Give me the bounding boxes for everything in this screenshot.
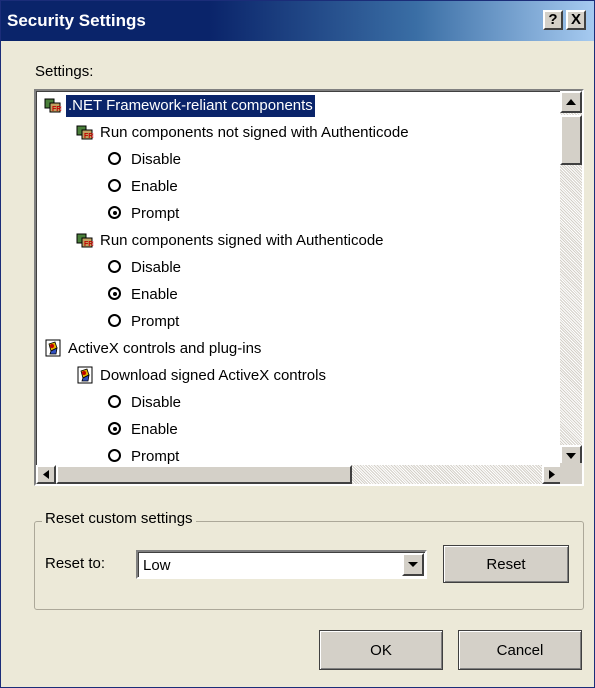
activex-icon: [44, 339, 62, 357]
tree-item-label: Enable: [131, 421, 178, 438]
help-icon: ?: [548, 11, 558, 28]
tree-setting[interactable]: Download signed ActiveX controls: [76, 365, 328, 387]
scrollbar-corner: [560, 463, 582, 484]
tree-item-label: Prompt: [131, 313, 180, 330]
dropdown-button[interactable]: [402, 553, 424, 576]
reset-level-select[interactable]: Low: [136, 550, 427, 579]
radio-unchecked-icon[interactable]: [108, 260, 121, 274]
security-settings-dialog: Security Settings ? X Settings: FRE .NET …: [0, 0, 595, 688]
close-button[interactable]: X: [566, 10, 586, 30]
tree-item-label: Run components not signed with Authentic…: [100, 124, 409, 141]
tree-item-label: Download signed ActiveX controls: [100, 367, 326, 384]
option-radio-item[interactable]: Disable: [108, 257, 183, 279]
tree-item-label: Enable: [131, 286, 178, 303]
tree-category[interactable]: FRE .NET Framework-reliant components: [44, 95, 315, 117]
option-radio-item[interactable]: Enable: [108, 176, 180, 198]
tree-item-label: Disable: [131, 259, 182, 276]
dialog-title: Security Settings: [7, 11, 146, 30]
reset-button[interactable]: Reset: [443, 545, 569, 583]
radio-unchecked-icon[interactable]: [108, 179, 121, 193]
radio-unchecked-icon[interactable]: [108, 314, 121, 328]
tree-item-label: .NET Framework-reliant components: [66, 95, 315, 117]
reset-group-title: Reset custom settings: [42, 510, 196, 527]
tree-category[interactable]: ActiveX controls and plug-ins: [44, 338, 263, 360]
settings-label: Settings:: [35, 63, 94, 80]
radio-unchecked-icon[interactable]: [108, 449, 121, 463]
radio-unchecked-icon[interactable]: [108, 395, 121, 409]
scroll-up-button[interactable]: [560, 91, 582, 113]
net-components-icon: FRE: [76, 123, 98, 141]
net-components-icon: FRE: [44, 96, 66, 114]
scroll-left-button[interactable]: [36, 465, 56, 484]
settings-tree[interactable]: FRE .NET Framework-reliant components FRE R…: [34, 89, 584, 486]
radio-checked-icon[interactable]: [108, 422, 121, 436]
radio-checked-icon[interactable]: [108, 287, 121, 301]
net-components-icon: FRE: [76, 231, 98, 249]
ok-button[interactable]: OK: [319, 630, 443, 670]
help-button[interactable]: ?: [543, 10, 563, 30]
vertical-scrollbar[interactable]: [560, 91, 582, 467]
option-radio-item[interactable]: Prompt: [108, 203, 181, 225]
vertical-scroll-thumb[interactable]: [560, 115, 582, 165]
svg-text:FRE: FRE: [84, 133, 94, 140]
tree-setting[interactable]: FRE Run components not signed with Authen…: [76, 122, 411, 144]
option-radio-item[interactable]: Enable: [108, 284, 180, 306]
tree-item-label: Enable: [131, 178, 178, 195]
tree-item-label: Run components signed with Authenticode: [100, 232, 384, 249]
svg-text:FRE: FRE: [52, 106, 62, 113]
horizontal-scrollbar[interactable]: [36, 465, 562, 484]
scroll-right-button[interactable]: [542, 465, 562, 484]
option-radio-item[interactable]: Enable: [108, 419, 180, 441]
horizontal-scroll-thumb[interactable]: [56, 465, 352, 484]
tree-item-label: Prompt: [131, 205, 180, 222]
svg-text:FRE: FRE: [84, 241, 94, 248]
close-icon: X: [570, 11, 581, 28]
title-bar[interactable]: Security Settings ? X: [1, 1, 594, 41]
reset-level-value: Low: [143, 557, 171, 574]
activex-icon: [76, 366, 94, 384]
tree-item-label: ActiveX controls and plug-ins: [68, 340, 262, 357]
radio-checked-icon[interactable]: [108, 206, 121, 220]
reset-to-label: Reset to:: [45, 555, 106, 572]
option-radio-item[interactable]: Disable: [108, 149, 183, 171]
radio-unchecked-icon[interactable]: [108, 152, 121, 166]
arrow-up-icon: [566, 99, 576, 105]
tree-item-label: Disable: [131, 394, 182, 411]
arrow-right-icon: [549, 470, 555, 479]
cancel-button[interactable]: Cancel: [458, 630, 582, 670]
chevron-down-icon: [408, 562, 418, 567]
option-radio-item[interactable]: Disable: [108, 392, 183, 414]
tree-item-label: Disable: [131, 151, 182, 168]
tree-setting[interactable]: FRE Run components signed with Authentico…: [76, 230, 386, 252]
arrow-left-icon: [43, 470, 49, 479]
option-radio-item[interactable]: Prompt: [108, 311, 181, 333]
